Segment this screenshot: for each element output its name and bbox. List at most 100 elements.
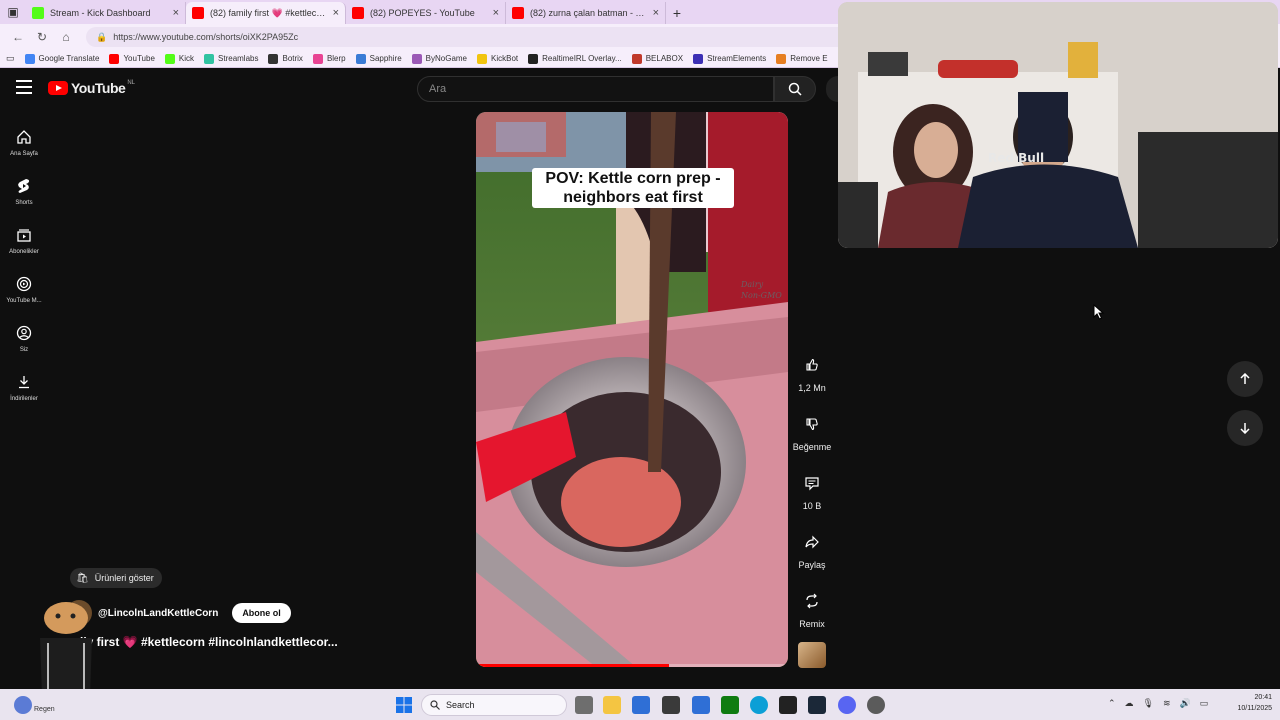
search-input[interactable]: Ara [417, 76, 774, 102]
action-button[interactable] [797, 350, 827, 380]
action-remix[interactable]: Remix [792, 586, 832, 645]
action-label: 10 B [802, 501, 822, 511]
bookmark-favicon-icon [312, 53, 323, 64]
tab-title: (82) POPEYES - YouTube [370, 8, 475, 18]
sidebar-item[interactable]: Abonelikler [0, 216, 48, 265]
volume-icon[interactable]: 🔊 [1180, 698, 1191, 709]
xbox-icon[interactable] [721, 696, 739, 714]
action-button[interactable] [797, 409, 827, 439]
sidebar-item[interactable]: Ana Sayfa [0, 118, 48, 167]
bookmark-item[interactable]: KickBot [477, 53, 518, 64]
sidebar-item[interactable]: İndirilenler [0, 363, 48, 412]
store-icon[interactable] [632, 696, 650, 714]
browser-tab[interactable]: (82) POPEYES - YouTube × [346, 2, 506, 24]
taskbar-search[interactable]: Search [421, 694, 567, 716]
youtube-music-icon [16, 276, 32, 291]
home-button-icon[interactable]: ⌂ [54, 30, 78, 44]
video-watermark-nongmo: Non-GMO [740, 291, 782, 300]
subscribe-button[interactable]: Abone ol [232, 603, 291, 623]
short-title[interactable]: ily first 💗 #kettlecorn #lincolnlandkett… [80, 635, 338, 649]
weather-icon[interactable] [14, 696, 32, 714]
back-icon[interactable]: ← [6, 30, 30, 44]
edge-icon[interactable] [750, 696, 768, 714]
wifi-icon[interactable]: ≋ [1163, 698, 1171, 709]
bookmark-favicon-icon [24, 53, 35, 64]
onedrive-icon[interactable]: ☁ [1125, 698, 1134, 709]
unity-icon[interactable] [662, 696, 680, 714]
mic-tray-icon[interactable]: 🎙 [1143, 698, 1154, 709]
refresh-icon[interactable]: ↻ [30, 30, 54, 44]
audio-thumbnail[interactable] [798, 642, 826, 668]
bookmark-item[interactable]: Google Translate [24, 53, 99, 64]
kick-icon [32, 7, 44, 19]
action-like[interactable]: 1,2 Mn [792, 350, 832, 409]
action-comment[interactable]: 10 B [792, 468, 832, 527]
bookmark-item[interactable]: Sapphire [355, 53, 402, 64]
search-button[interactable] [774, 76, 816, 102]
sidebar-item[interactable]: YouTube M... [0, 265, 48, 314]
action-button[interactable] [797, 586, 827, 616]
bookmark-favicon-icon [109, 53, 120, 64]
bookmark-item[interactable]: YouTube [109, 53, 155, 64]
next-short-button[interactable] [1227, 410, 1263, 446]
new-tab-button[interactable]: + [666, 2, 688, 24]
action-button[interactable] [797, 527, 827, 557]
bookmark-item[interactable]: ByNoGame [411, 53, 467, 64]
file-explorer-icon[interactable] [603, 696, 621, 714]
youtube-icon [512, 7, 524, 19]
short-video-player[interactable]: Dairy Non-GMO POV: Kettle corn prep - ne… [476, 112, 788, 667]
action-label: Remix [799, 619, 825, 629]
youtube-icon [192, 7, 204, 19]
bookmark-item[interactable]: BELABOX [631, 53, 683, 64]
youtube-logo[interactable]: YouTube NL [48, 80, 135, 96]
close-tab-icon[interactable]: × [333, 7, 339, 19]
sidebar-nav: Ana Sayfa Shorts Abonelikler YouTube M... Si… [0, 118, 48, 412]
discord-icon[interactable] [838, 696, 856, 714]
tab-actions-icon[interactable]: ▣ [0, 0, 26, 24]
home-icon [17, 129, 31, 144]
browser-tab[interactable]: Stream - Kick Dashboard × [26, 2, 186, 24]
app-icon[interactable] [692, 696, 710, 714]
start-icon[interactable] [396, 697, 412, 713]
battery-icon[interactable]: ▭ [1200, 698, 1209, 709]
tray-chevron-icon[interactable]: ⌃ [1108, 698, 1116, 709]
previous-short-button[interactable] [1227, 361, 1263, 397]
obs-icon[interactable] [867, 696, 885, 714]
close-tab-icon[interactable]: × [653, 7, 659, 19]
bookmark-item[interactable]: Botrix [268, 53, 303, 64]
channel-name[interactable]: @LincolnLandKettleCorn [98, 608, 218, 619]
show-products-button[interactable]: 🛍 Ürünleri göster [70, 568, 162, 588]
youtube-play-icon [48, 81, 68, 95]
bookmark-item[interactable]: Remove E [776, 53, 828, 64]
browser-tab[interactable]: (82) zurna çalan batman - YouTube × [506, 2, 666, 24]
bookmark-item[interactable]: Kick [164, 53, 194, 64]
sidebar-item-label: Ana Sayfa [10, 150, 38, 157]
webcam-scene: Red Bull [838, 2, 1278, 248]
browser-tab[interactable]: (82) family first 💗 #kettlecorn × [186, 2, 346, 24]
bookmark-item[interactable]: Streamlabs [204, 53, 258, 64]
reading-list-icon[interactable]: ▭ [6, 53, 15, 64]
bookmark-item[interactable]: StreamElements [693, 53, 766, 64]
url-field[interactable]: 🔒 https://www.youtube.com/shorts/oiXK2PA… [86, 27, 906, 47]
clock[interactable]: 20:41 10/11/2025 [1237, 692, 1272, 714]
action-button[interactable] [797, 468, 827, 498]
action-label: 1,2 Mn [798, 383, 826, 393]
video-progress-bar[interactable] [476, 664, 788, 667]
action-share[interactable]: Paylaş [792, 527, 832, 586]
sidebar-item[interactable]: Siz [0, 314, 48, 363]
bookmark-favicon-icon [528, 53, 539, 64]
video-caption: POV: Kettle corn prep - neighbors eat fi… [532, 168, 734, 208]
task-view-icon[interactable] [575, 696, 593, 714]
search-icon [788, 82, 802, 96]
sidebar-item[interactable]: Shorts [0, 167, 48, 216]
close-tab-icon[interactable]: × [493, 7, 499, 19]
menu-icon[interactable] [16, 80, 32, 94]
steam-icon[interactable] [808, 696, 826, 714]
action-dislike[interactable]: Beğenme [792, 409, 832, 468]
download-icon [19, 375, 29, 388]
epic-games-icon[interactable] [779, 696, 797, 714]
bookmark-item[interactable]: Blerp [312, 53, 346, 64]
close-tab-icon[interactable]: × [173, 7, 179, 19]
bookmark-item[interactable]: RealtimeIRL Overlay... [528, 53, 622, 64]
action-label: Paylaş [798, 560, 826, 570]
